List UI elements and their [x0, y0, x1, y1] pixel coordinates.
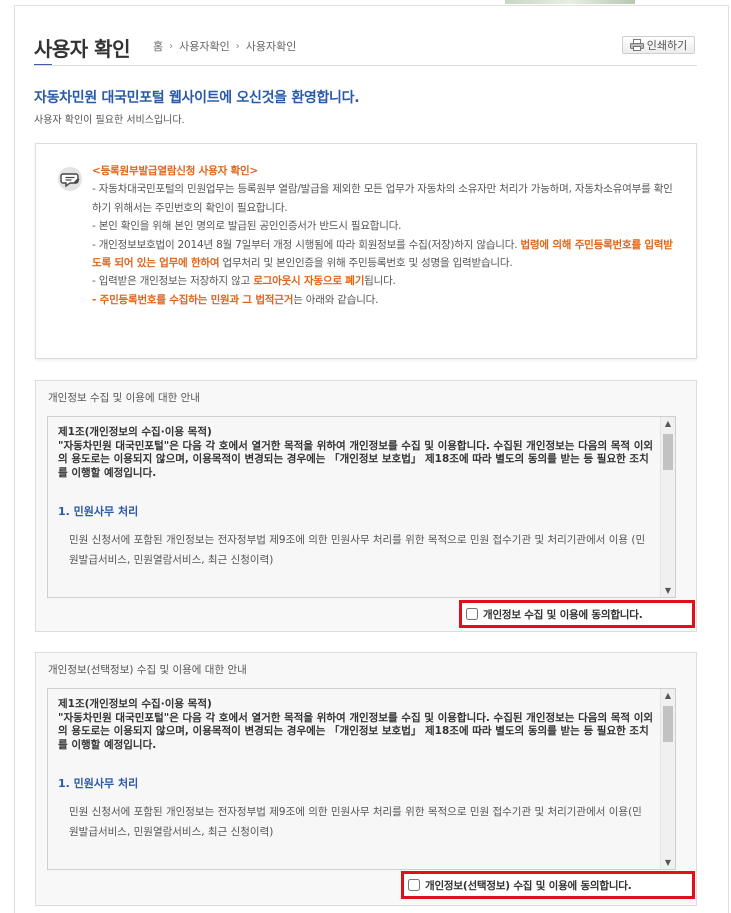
agree-required-checkbox[interactable] — [466, 608, 478, 620]
privacy-section-required: 개인정보 수집 및 이용에 대한 안내 제1조(개인정보의 수집·이용 목적) … — [35, 380, 697, 632]
terms-subheading: 1. 민원사무 처리 — [58, 777, 139, 790]
section-title: 개인정보(선택정보) 수집 및 이용에 대한 안내 — [48, 664, 247, 676]
scroll-thumb[interactable] — [663, 706, 673, 742]
print-button[interactable]: 인쇄하기 — [622, 36, 695, 54]
page-title: 사용자 확인 — [34, 37, 130, 61]
notice-line: - 주민등록번호를 수집하는 민원과 그 법적근거는 아래와 같습니다. — [92, 291, 674, 309]
terms-scroll-box[interactable]: 제1조(개인정보의 수집·이용 목적) "자동차민원 대국민포털"은 다음 각 … — [47, 416, 676, 598]
agree-optional-checkbox-row[interactable]: 개인정보(선택정보) 수집 및 이용에 동의합니다. — [401, 871, 695, 899]
notice-text: 됩니다. — [364, 275, 396, 288]
welcome-title: 자동차민원 대국민포털 웹사이트에 오신것을 환영합니다. — [34, 90, 360, 106]
terms-subheading: 1. 민원사무 처리 — [58, 505, 139, 518]
scroll-up-icon[interactable]: ▲ — [661, 689, 675, 702]
scroll-down-icon[interactable]: ▼ — [661, 584, 675, 597]
notice-text: 업무처리 및 본인인증을 위해 주민등록번호 및 성명을 입력받습니다. — [219, 257, 513, 270]
breadcrumb-current: 사용자확인 — [245, 40, 297, 53]
header-decoration — [505, 0, 635, 4]
notice-highlight: - 주민등록번호를 수집하는 민원과 그 법적근거 — [92, 293, 294, 306]
breadcrumb: 홈 › 사용자확인 › 사용자확인 — [153, 38, 296, 54]
breadcrumb-home[interactable]: 홈 — [153, 38, 163, 54]
article-body: "자동차민원 대국민포털"은 다음 각 호에서 열거한 목적을 위하여 개인정보… — [58, 711, 654, 751]
article-title: 제1조(개인정보의 수집·이용 목적) — [58, 698, 212, 710]
agree-optional-checkbox[interactable] — [408, 879, 420, 891]
speech-bubble-icon — [58, 167, 82, 191]
print-label: 인쇄하기 — [646, 39, 688, 52]
notice-line: - 개인정보보호법이 2014년 8월 7일부터 개정 시행됨에 따라 회원정보… — [92, 236, 674, 273]
article-body: "자동차민원 대국민포털"은 다음 각 호에서 열거한 목적을 위하여 개인정보… — [58, 439, 654, 479]
breadcrumb-item[interactable]: 사용자확인 — [179, 38, 230, 54]
printer-icon — [629, 39, 644, 51]
terms-article: 제1조(개인정보의 수집·이용 목적) "자동차민원 대국민포털"은 다음 각 … — [58, 426, 654, 480]
notice-text: - 입력받은 개인정보는 저장하지 않고 — [92, 275, 254, 288]
notice-highlight: 로그아웃시 자동으로 폐기 — [253, 275, 365, 288]
scroll-thumb[interactable] — [663, 434, 673, 470]
notice-title: <등록원부발급열람신청 사용자 확인> — [92, 165, 259, 177]
terms-paragraph: 민원 신청서에 포함된 개인정보는 전자정부법 제9조에 의한 민원사무 처리를… — [69, 534, 646, 566]
scroll-up-icon[interactable]: ▲ — [661, 417, 675, 430]
scrollbar[interactable]: ▲ ▼ — [660, 417, 675, 597]
notice-text: 는 아래와 같습니다. — [293, 293, 379, 306]
terms-paragraph: 민원 신청서에 포함된 개인정보는 전자정부법 제9조에 의한 민원사무 처리를… — [69, 806, 642, 838]
terms-scroll-box[interactable]: 제1조(개인정보의 수집·이용 목적) "자동차민원 대국민포털"은 다음 각 … — [47, 688, 676, 870]
notice-line: - 본인 확인을 위해 본인 명의로 발급된 공인인증서가 반드시 필요합니다. — [92, 220, 402, 233]
chevron-right-icon: › — [235, 40, 240, 52]
header-divider — [34, 65, 697, 66]
article-title: 제1조(개인정보의 수집·이용 목적) — [58, 426, 212, 438]
scrollbar[interactable]: ▲ ▼ — [660, 689, 675, 869]
privacy-section-optional: 개인정보(선택정보) 수집 및 이용에 대한 안내 제1조(개인정보의 수집·이… — [35, 652, 697, 906]
notice-content: <등록원부발급열람신청 사용자 확인> - 자동차대국민포털의 민원업무는 등록… — [92, 162, 674, 309]
notice-line: - 입력받은 개인정보는 저장하지 않고 로그아웃시 자동으로 폐기됩니다. — [92, 272, 674, 290]
welcome-subtitle: 사용자 확인이 필요한 서비스입니다. — [34, 115, 185, 126]
agree-required-checkbox-row[interactable]: 개인정보 수집 및 이용에 동의합니다. — [459, 600, 695, 628]
agree-label[interactable]: 개인정보(선택정보) 수집 및 이용에 동의합니다. — [425, 878, 632, 893]
agree-label[interactable]: 개인정보 수집 및 이용에 동의합니다. — [483, 607, 643, 622]
terms-article: 제1조(개인정보의 수집·이용 목적) "자동차민원 대국민포털"은 다음 각 … — [58, 698, 654, 752]
section-title: 개인정보 수집 및 이용에 대한 안내 — [48, 392, 200, 404]
chevron-right-icon: › — [169, 40, 174, 52]
notice-text: - 개인정보보호법이 2014년 8월 7일부터 개정 시행됨에 따라 회원정보… — [92, 238, 521, 251]
scroll-down-icon[interactable]: ▼ — [661, 856, 675, 869]
notice-line: - 자동차대국민포털의 민원업무는 등록원부 열람/발급을 제외한 모든 업무가… — [92, 183, 673, 214]
